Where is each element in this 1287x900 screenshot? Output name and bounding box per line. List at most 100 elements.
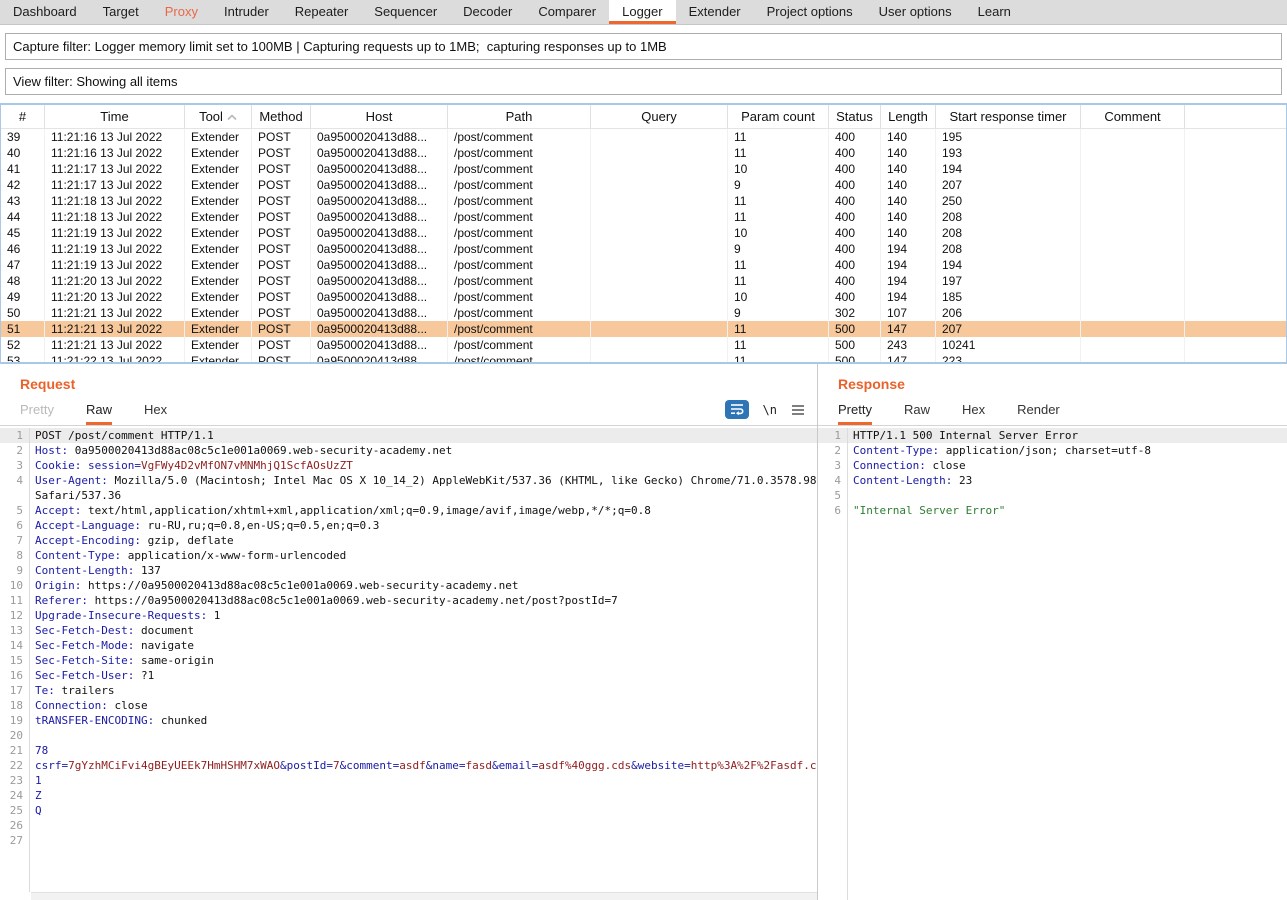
- cell-status: 400: [829, 145, 881, 161]
- column-header-length[interactable]: Length: [881, 105, 936, 128]
- main-tab-learn[interactable]: Learn: [965, 0, 1024, 24]
- request-tab-hex[interactable]: Hex: [144, 396, 167, 425]
- cell-param-count: 11: [728, 337, 829, 353]
- response-subtabs: Pretty Raw Hex Render: [838, 396, 1092, 425]
- cell-param-count: 11: [728, 273, 829, 289]
- response-tab-raw[interactable]: Raw: [904, 396, 930, 425]
- cell-start-response-timer: 208: [936, 225, 1081, 241]
- main-tab-comparer[interactable]: Comparer: [525, 0, 609, 24]
- cell-comment: [1081, 225, 1185, 241]
- cell-path: /post/comment: [448, 177, 591, 193]
- line-number: 14: [0, 638, 30, 653]
- line-content: 1: [30, 773, 817, 788]
- request-tab-raw[interactable]: Raw: [86, 396, 112, 425]
- cell-method: POST: [252, 321, 311, 337]
- cell-path: /post/comment: [448, 145, 591, 161]
- cell-param-count: 10: [728, 289, 829, 305]
- column-header-path[interactable]: Path: [448, 105, 591, 128]
- main-tab-logger[interactable]: Logger: [609, 0, 675, 24]
- table-row[interactable]: 4311:21:18 13 Jul 2022ExtenderPOST0a9500…: [1, 193, 1286, 209]
- line-number: 1: [818, 428, 848, 443]
- response-tab-render[interactable]: Render: [1017, 396, 1060, 425]
- cell-start-response-timer: 185: [936, 289, 1081, 305]
- editor-line: 4User-Agent: Mozilla/5.0 (Macintosh; Int…: [0, 473, 817, 503]
- column-header-method[interactable]: Method: [252, 105, 311, 128]
- main-tab-repeater[interactable]: Repeater: [282, 0, 361, 24]
- table-row[interactable]: 4711:21:19 13 Jul 2022ExtenderPOST0a9500…: [1, 257, 1286, 273]
- response-editor[interactable]: 1HTTP/1.1 500 Internal Server Error2Cont…: [818, 428, 1287, 900]
- line-content: Q: [30, 803, 817, 818]
- table-row[interactable]: 5311:21:22 13 Jul 2022ExtenderPOST0a9500…: [1, 353, 1286, 362]
- cell-host: 0a9500020413d88...: [311, 241, 448, 257]
- cell-tool: Extender: [185, 209, 252, 225]
- request-tab-pretty[interactable]: Pretty: [20, 396, 54, 425]
- word-wrap-toggle-icon[interactable]: [725, 400, 749, 419]
- cell-comment: [1081, 321, 1185, 337]
- line-content: Referer: https://0a9500020413d88ac08c5c1…: [30, 593, 817, 608]
- main-tab-intruder[interactable]: Intruder: [211, 0, 282, 24]
- column-header-status[interactable]: Status: [829, 105, 881, 128]
- table-row[interactable]: 5011:21:21 13 Jul 2022ExtenderPOST0a9500…: [1, 305, 1286, 321]
- table-row[interactable]: 5211:21:21 13 Jul 2022ExtenderPOST0a9500…: [1, 337, 1286, 353]
- show-newlines-toggle[interactable]: \n: [763, 403, 777, 417]
- table-row[interactable]: 4611:21:19 13 Jul 2022ExtenderPOST0a9500…: [1, 241, 1286, 257]
- main-tab-extender[interactable]: Extender: [676, 0, 754, 24]
- table-row[interactable]: 3911:21:16 13 Jul 2022ExtenderPOST0a9500…: [1, 129, 1286, 145]
- column-header-time[interactable]: Time: [45, 105, 185, 128]
- capture-filter-bar[interactable]: Capture filter: Logger memory limit set …: [5, 33, 1282, 60]
- table-row-selected[interactable]: 5111:21:21 13 Jul 2022ExtenderPOST0a9500…: [1, 321, 1286, 337]
- cell-time: 11:21:19 13 Jul 2022: [45, 225, 185, 241]
- column-header-query[interactable]: Query: [591, 105, 728, 128]
- main-tab-project-options[interactable]: Project options: [754, 0, 866, 24]
- line-content: Sec-Fetch-Mode: navigate: [30, 638, 817, 653]
- line-content: Connection: close: [30, 698, 817, 713]
- line-number: 16: [0, 668, 30, 683]
- column-header-tool[interactable]: Tool: [185, 105, 252, 128]
- cell-query: [591, 129, 728, 145]
- message-editor-split: Request PrettyRawHex \n: [0, 364, 1287, 900]
- cell-blank: 41: [1, 161, 45, 177]
- cell-length: 140: [881, 177, 936, 193]
- column-header-host[interactable]: Host: [311, 105, 448, 128]
- cell-time: 11:21:17 13 Jul 2022: [45, 177, 185, 193]
- column-label: Comment: [1104, 109, 1160, 124]
- column-header-blank[interactable]: #: [1, 105, 45, 128]
- main-tab-decoder[interactable]: Decoder: [450, 0, 525, 24]
- table-row[interactable]: 4511:21:19 13 Jul 2022ExtenderPOST0a9500…: [1, 225, 1286, 241]
- column-header-param-count[interactable]: Param count: [728, 105, 829, 128]
- request-editor[interactable]: 1POST /post/comment HTTP/1.12Host: 0a950…: [0, 428, 817, 892]
- cell-status: 400: [829, 273, 881, 289]
- editor-line: 1HTTP/1.1 500 Internal Server Error: [818, 428, 1287, 443]
- cell-filler: [1185, 257, 1286, 273]
- view-filter-bar[interactable]: View filter: Showing all items: [5, 68, 1282, 95]
- main-tab-target[interactable]: Target: [90, 0, 152, 24]
- column-header-comment[interactable]: Comment: [1081, 105, 1185, 128]
- cell-param-count: 9: [728, 177, 829, 193]
- line-content: Content-Length: 137: [30, 563, 817, 578]
- response-tab-hex[interactable]: Hex: [962, 396, 985, 425]
- cell-host: 0a9500020413d88...: [311, 257, 448, 273]
- response-tab-pretty[interactable]: Pretty: [838, 396, 872, 425]
- cell-filler: [1185, 321, 1286, 337]
- main-tab-user-options[interactable]: User options: [866, 0, 965, 24]
- main-tab-dashboard[interactable]: Dashboard: [0, 0, 90, 24]
- cell-method: POST: [252, 353, 311, 362]
- table-row[interactable]: 4011:21:16 13 Jul 2022ExtenderPOST0a9500…: [1, 145, 1286, 161]
- cell-filler: [1185, 161, 1286, 177]
- main-tab-proxy[interactable]: Proxy: [152, 0, 211, 24]
- request-subtabs: Pretty Raw Hex: [20, 396, 199, 425]
- table-row[interactable]: 4211:21:17 13 Jul 2022ExtenderPOST0a9500…: [1, 177, 1286, 193]
- editor-menu-icon[interactable]: [791, 404, 805, 416]
- request-editor-hscrollbar[interactable]: [31, 892, 817, 900]
- editor-line: 4Content-Length: 23: [818, 473, 1287, 488]
- table-row[interactable]: 4111:21:17 13 Jul 2022ExtenderPOST0a9500…: [1, 161, 1286, 177]
- table-row[interactable]: 4911:21:20 13 Jul 2022ExtenderPOST0a9500…: [1, 289, 1286, 305]
- cell-host: 0a9500020413d88...: [311, 289, 448, 305]
- column-label: Start response timer: [949, 109, 1066, 124]
- main-tab-sequencer[interactable]: Sequencer: [361, 0, 450, 24]
- column-header-start-response-timer[interactable]: Start response timer: [936, 105, 1081, 128]
- cell-blank: 42: [1, 177, 45, 193]
- table-row[interactable]: 4411:21:18 13 Jul 2022ExtenderPOST0a9500…: [1, 209, 1286, 225]
- table-row[interactable]: 4811:21:20 13 Jul 2022ExtenderPOST0a9500…: [1, 273, 1286, 289]
- line-content: Content-Type: application/json; charset=…: [848, 443, 1287, 458]
